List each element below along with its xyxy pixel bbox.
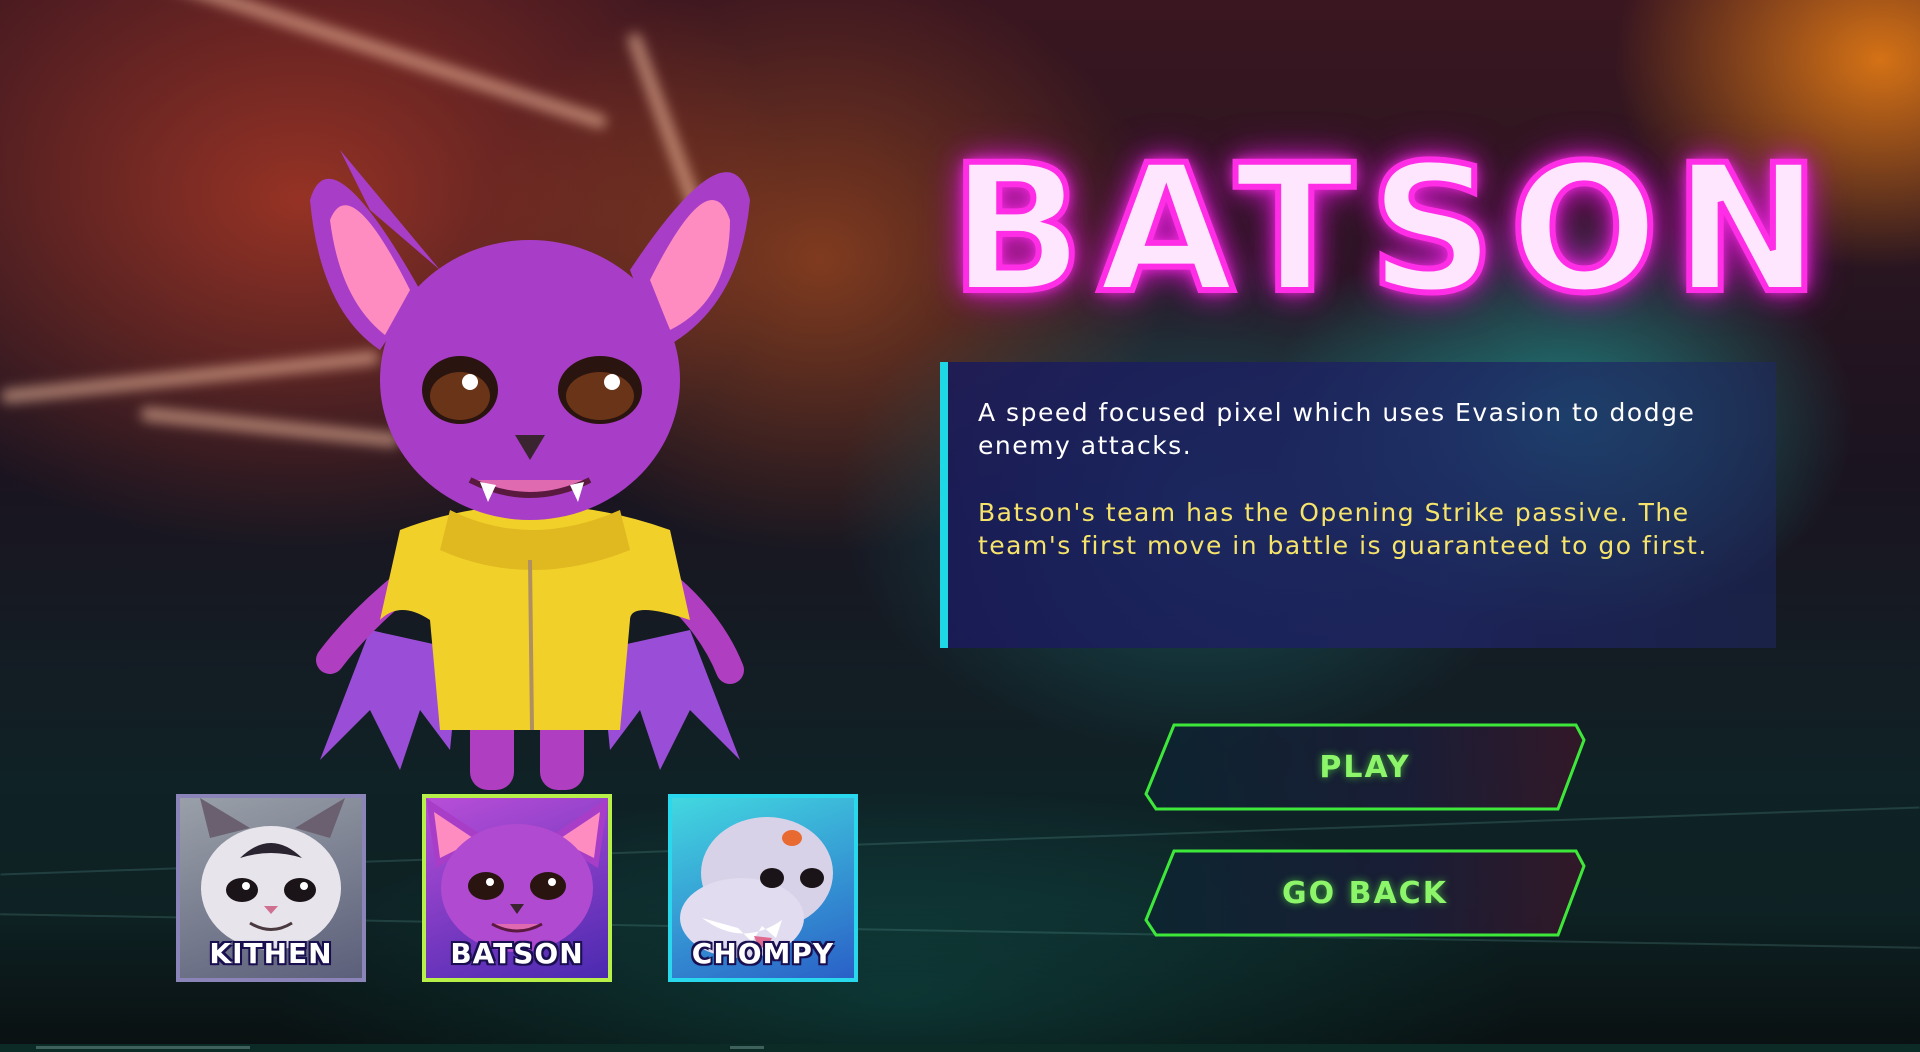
- character-card-chompy[interactable]: CHOMPY: [668, 794, 858, 982]
- go-back-button-label: GO BACK: [1282, 875, 1448, 911]
- character-select-screen: BATSON A speed focused pixel which uses …: [0, 0, 1920, 1052]
- go-back-button[interactable]: GO BACK: [1144, 848, 1586, 938]
- bottom-progress-bar: [0, 1044, 1920, 1052]
- play-button-label: PLAY: [1319, 749, 1411, 785]
- character-card-label: BATSON: [450, 937, 584, 970]
- character-description: A speed focused pixel which uses Evasion…: [978, 398, 1696, 460]
- team-passive-description: Batson's team has the Opening Strike pas…: [978, 498, 1708, 560]
- background-light-beam: [71, 0, 609, 131]
- character-card-kithen[interactable]: KITHEN: [176, 794, 366, 982]
- bottom-bar-segment: [730, 1046, 764, 1049]
- play-button[interactable]: PLAY: [1144, 722, 1586, 812]
- character-name-title: BATSON: [947, 127, 1835, 332]
- character-card-batson[interactable]: BATSON: [422, 794, 612, 982]
- character-description-panel: A speed focused pixel which uses Evasion…: [940, 362, 1776, 648]
- bottom-bar-segment: [36, 1046, 250, 1049]
- batson-character-model: [310, 150, 750, 790]
- character-card-label: CHOMPY: [691, 937, 835, 970]
- character-card-label: KITHEN: [209, 937, 333, 970]
